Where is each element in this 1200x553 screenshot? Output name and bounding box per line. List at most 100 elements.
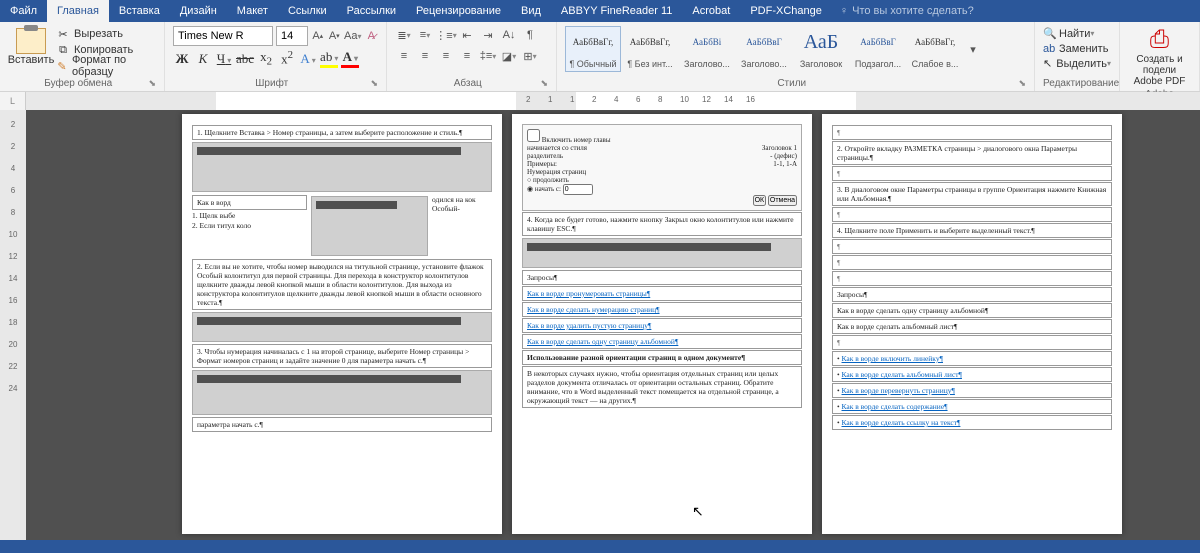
paragraph-label: Абзац⬊ bbox=[395, 76, 548, 91]
style-gallery[interactable]: АаБбВвГг,¶ ОбычныйАаБбВвГг,¶ Без инт...А… bbox=[565, 26, 1026, 72]
paragraph-launcher[interactable]: ⬊ bbox=[540, 78, 548, 89]
hyperlink[interactable]: Как в ворде сделать нумерацию страниц¶ bbox=[522, 302, 802, 317]
style-item[interactable]: АаБбВвГЗаголово... bbox=[736, 26, 792, 72]
hyperlink[interactable]: Как в ворде сделать альбомный лист¶ bbox=[842, 370, 962, 379]
tab-review[interactable]: Рецензирование bbox=[406, 0, 511, 22]
tab-home[interactable]: Главная bbox=[47, 0, 109, 22]
text-block: Как в ворд bbox=[192, 195, 307, 210]
align-left-button[interactable]: ≡ bbox=[395, 47, 413, 65]
tab-layout[interactable]: Макет bbox=[227, 0, 278, 22]
tab-references[interactable]: Ссылки bbox=[278, 0, 337, 22]
radio-label: начать с: bbox=[535, 185, 561, 193]
page-1[interactable]: 1. Щелкните Вставка > Номер страницы, а … bbox=[182, 114, 502, 534]
tab-mailings[interactable]: Рассылки bbox=[337, 0, 406, 22]
tab-finereader[interactable]: ABBYY FineReader 11 bbox=[551, 0, 683, 22]
style-item[interactable]: АаБбВвГг,Слабое в... bbox=[907, 26, 963, 72]
decrease-indent-button[interactable]: ⇤ bbox=[458, 26, 476, 44]
select-button[interactable]: ↖Выделить ▾ bbox=[1043, 56, 1111, 71]
find-button[interactable]: 🔍Найти ▾ bbox=[1043, 26, 1111, 41]
line-spacing-button[interactable]: ‡≡ bbox=[479, 47, 497, 65]
style-item[interactable]: АаБбВвГг,¶ Без инт... bbox=[622, 26, 678, 72]
subscript-button[interactable]: x2 bbox=[257, 49, 275, 68]
text-block: 1. Щелкните Вставка > Номер страницы, а … bbox=[192, 125, 492, 140]
clear-formatting-button[interactable]: A̷ bbox=[364, 27, 378, 45]
superscript-button[interactable]: x2 bbox=[278, 49, 296, 67]
replace-button[interactable]: abЗаменить bbox=[1043, 41, 1111, 56]
hyperlink[interactable]: Как в ворде перевернуть страницу¶ bbox=[842, 386, 955, 395]
borders-button[interactable]: ⊞ bbox=[521, 47, 539, 65]
italic-button[interactable]: К bbox=[194, 51, 212, 67]
change-case-button[interactable]: Aa bbox=[344, 27, 361, 45]
tab-insert[interactable]: Вставка bbox=[109, 0, 170, 22]
page-2[interactable]: Включить номер главы начинается со стиля… bbox=[512, 114, 812, 534]
horizontal-ruler[interactable]: L 211246810121416 bbox=[0, 92, 1200, 110]
sort-button[interactable]: A↓ bbox=[500, 26, 518, 44]
hyperlink[interactable]: Как в ворде удалить пустую страницу¶ bbox=[522, 318, 802, 333]
hyperlink[interactable]: Как в ворде включить линейку¶ bbox=[842, 354, 943, 363]
hyperlink[interactable]: Как в ворде сделать содержание¶ bbox=[842, 402, 948, 411]
tab-pdfxchange[interactable]: PDF-XChange bbox=[740, 0, 832, 22]
highlight-button[interactable]: ab bbox=[320, 49, 338, 68]
opt-label: Примеры: bbox=[527, 160, 557, 168]
include-chapter-checkbox[interactable] bbox=[527, 129, 540, 142]
justify-button[interactable]: ≡ bbox=[458, 47, 476, 65]
style-item[interactable]: АаБЗаголовок bbox=[793, 26, 849, 72]
style-item[interactable]: АаБбВвГг,¶ Обычный bbox=[565, 26, 621, 72]
format-painter-button[interactable]: ✎Формат по образцу bbox=[56, 58, 156, 74]
styles-more-button[interactable]: ▾ bbox=[964, 40, 982, 58]
tab-file[interactable]: Файл bbox=[0, 0, 47, 22]
opt-label: разделитель bbox=[527, 152, 563, 160]
underline-button[interactable]: Ч bbox=[215, 51, 233, 67]
align-center-button[interactable]: ≡ bbox=[416, 47, 434, 65]
multilevel-button[interactable]: ⋮≡ bbox=[437, 26, 455, 44]
tab-view[interactable]: Вид bbox=[511, 0, 551, 22]
style-name: ¶ Без инт... bbox=[625, 59, 675, 69]
hyperlink[interactable]: Как в ворде сделать одну страницу альбом… bbox=[522, 334, 802, 349]
page-3[interactable]: 2. Откройте вкладку РАЗМЕТКА страницы > … bbox=[822, 114, 1122, 534]
grow-font-button[interactable]: A▴ bbox=[311, 27, 325, 45]
styles-launcher[interactable]: ⬊ bbox=[1018, 78, 1026, 89]
show-marks-button[interactable]: ¶ bbox=[521, 26, 539, 44]
group-editing: 🔍Найти ▾ abЗаменить ↖Выделить ▾ Редактир… bbox=[1035, 22, 1120, 91]
hyperlink[interactable]: Как в ворде сделать ссылку на текст¶ bbox=[842, 418, 961, 427]
text-effects-button[interactable]: A bbox=[299, 51, 317, 67]
shading-button[interactable]: ◪ bbox=[500, 47, 518, 65]
cut-label: Вырезать bbox=[74, 28, 123, 40]
align-right-button[interactable]: ≡ bbox=[437, 47, 455, 65]
font-color-button[interactable]: А bbox=[341, 49, 359, 68]
numbering-button[interactable]: ≡ bbox=[416, 26, 434, 44]
cancel-button[interactable]: Отмена bbox=[768, 195, 797, 206]
bullets-button[interactable]: ≣ bbox=[395, 26, 413, 44]
tell-me-search[interactable]: ♀ Что вы хотите сделать? bbox=[840, 5, 974, 17]
menu-bar: Файл Главная Вставка Дизайн Макет Ссылки… bbox=[0, 0, 1200, 22]
status-bar[interactable] bbox=[0, 540, 1200, 553]
style-item[interactable]: АаБбВвГПодзагол... bbox=[850, 26, 906, 72]
paste-button[interactable]: Вставить bbox=[8, 26, 54, 68]
clipboard-launcher[interactable]: ⬊ bbox=[148, 78, 156, 89]
text-block: Как в ворде сделать одну страницу альбом… bbox=[832, 303, 1112, 318]
format-painter-label: Формат по образцу bbox=[72, 54, 156, 78]
ok-button[interactable]: ОК bbox=[753, 195, 767, 206]
tab-acrobat[interactable]: Acrobat bbox=[682, 0, 740, 22]
tab-design[interactable]: Дизайн bbox=[170, 0, 227, 22]
cut-button[interactable]: ✂Вырезать bbox=[56, 26, 156, 42]
editing-label: Редактирование bbox=[1043, 76, 1111, 91]
font-name-select[interactable] bbox=[173, 26, 273, 46]
create-pdf-label: Создать и подели bbox=[1128, 54, 1191, 76]
document-area[interactable]: 224681012141618202224 1. Щелкните Вставк… bbox=[0, 110, 1200, 540]
create-pdf-button[interactable]: ⎙ Создать и подели Adobe PDF bbox=[1128, 26, 1191, 87]
empty-cell bbox=[832, 207, 1112, 222]
style-item[interactable]: АаБбВіЗаголово... bbox=[679, 26, 735, 72]
vertical-ruler[interactable]: 224681012141618202224 bbox=[0, 110, 26, 540]
list-item: Как в ворде включить линейку¶ bbox=[832, 351, 1112, 366]
bold-button[interactable]: Ж bbox=[173, 51, 191, 67]
font-size-select[interactable] bbox=[276, 26, 308, 46]
start-at-input[interactable] bbox=[563, 184, 593, 195]
increase-indent-button[interactable]: ⇥ bbox=[479, 26, 497, 44]
list-item: Как в ворде сделать ссылку на текст¶ bbox=[832, 415, 1112, 430]
strikethrough-button[interactable]: abc bbox=[236, 51, 254, 67]
font-launcher[interactable]: ⬊ bbox=[370, 78, 378, 89]
hyperlink[interactable]: Как в ворде пронумеровать страницы¶ bbox=[522, 286, 802, 301]
text-block: Как в ворде сделать альбомный лист¶ bbox=[832, 319, 1112, 334]
shrink-font-button[interactable]: A▾ bbox=[328, 27, 342, 45]
